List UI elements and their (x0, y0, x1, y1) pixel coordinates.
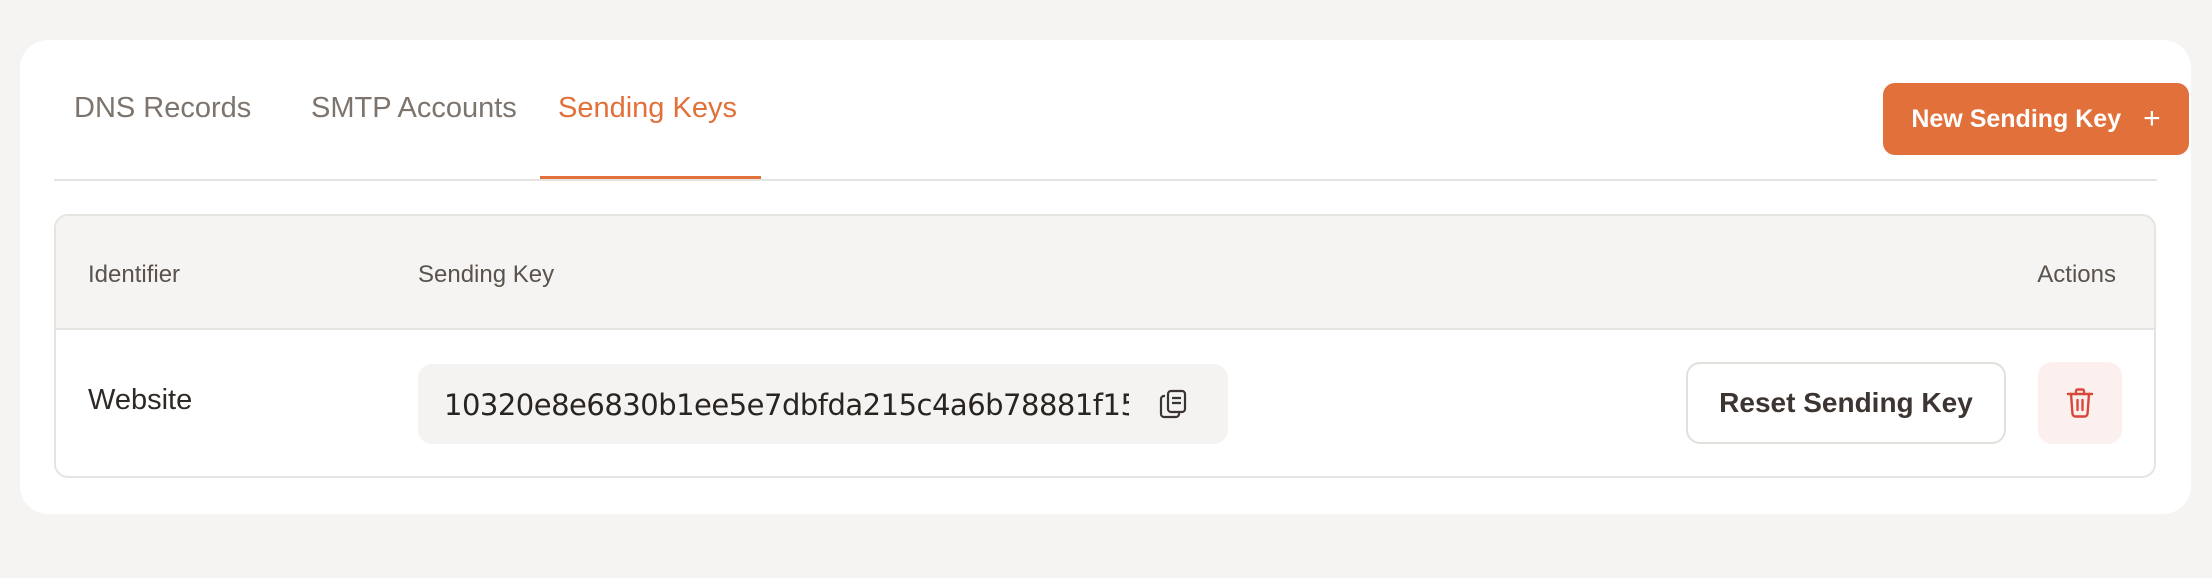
tab-smtp-accounts[interactable]: SMTP Accounts (311, 92, 517, 125)
table-row: Website 10320e8e6830b1ee5e7dbfda215c4a6b… (56, 330, 2154, 476)
table-header: Identifier Sending Key Actions (56, 216, 2154, 330)
active-tab-indicator (540, 176, 761, 179)
tab-bar: DNS Records SMTP Accounts Sending Keys N… (54, 40, 2189, 181)
reset-sending-key-button[interactable]: Reset Sending Key (1686, 362, 2006, 444)
sending-key-value[interactable]: 10320e8e6830b1ee5e7dbfda215c4a6b78881f15… (444, 388, 1129, 422)
sending-keys-table: Identifier Sending Key Actions Website 1… (54, 214, 2156, 478)
column-header-identifier: Identifier (88, 261, 181, 288)
tab-dns-records[interactable]: DNS Records (74, 92, 251, 125)
copy-icon[interactable] (1158, 388, 1190, 420)
trash-icon (2066, 388, 2094, 418)
sending-key-field: 10320e8e6830b1ee5e7dbfda215c4a6b78881f15… (418, 364, 1228, 444)
row-identifier: Website (88, 384, 193, 416)
column-header-sending-key: Sending Key (418, 261, 555, 288)
new-sending-key-label: New Sending Key (1911, 104, 2122, 133)
plus-icon: + (2143, 102, 2161, 135)
column-header-actions: Actions (2037, 261, 2116, 288)
new-sending-key-button[interactable]: New Sending Key + (1883, 83, 2189, 155)
sending-keys-card: DNS Records SMTP Accounts Sending Keys N… (20, 40, 2191, 514)
tab-sending-keys[interactable]: Sending Keys (558, 92, 737, 125)
delete-key-button[interactable] (2038, 362, 2122, 444)
